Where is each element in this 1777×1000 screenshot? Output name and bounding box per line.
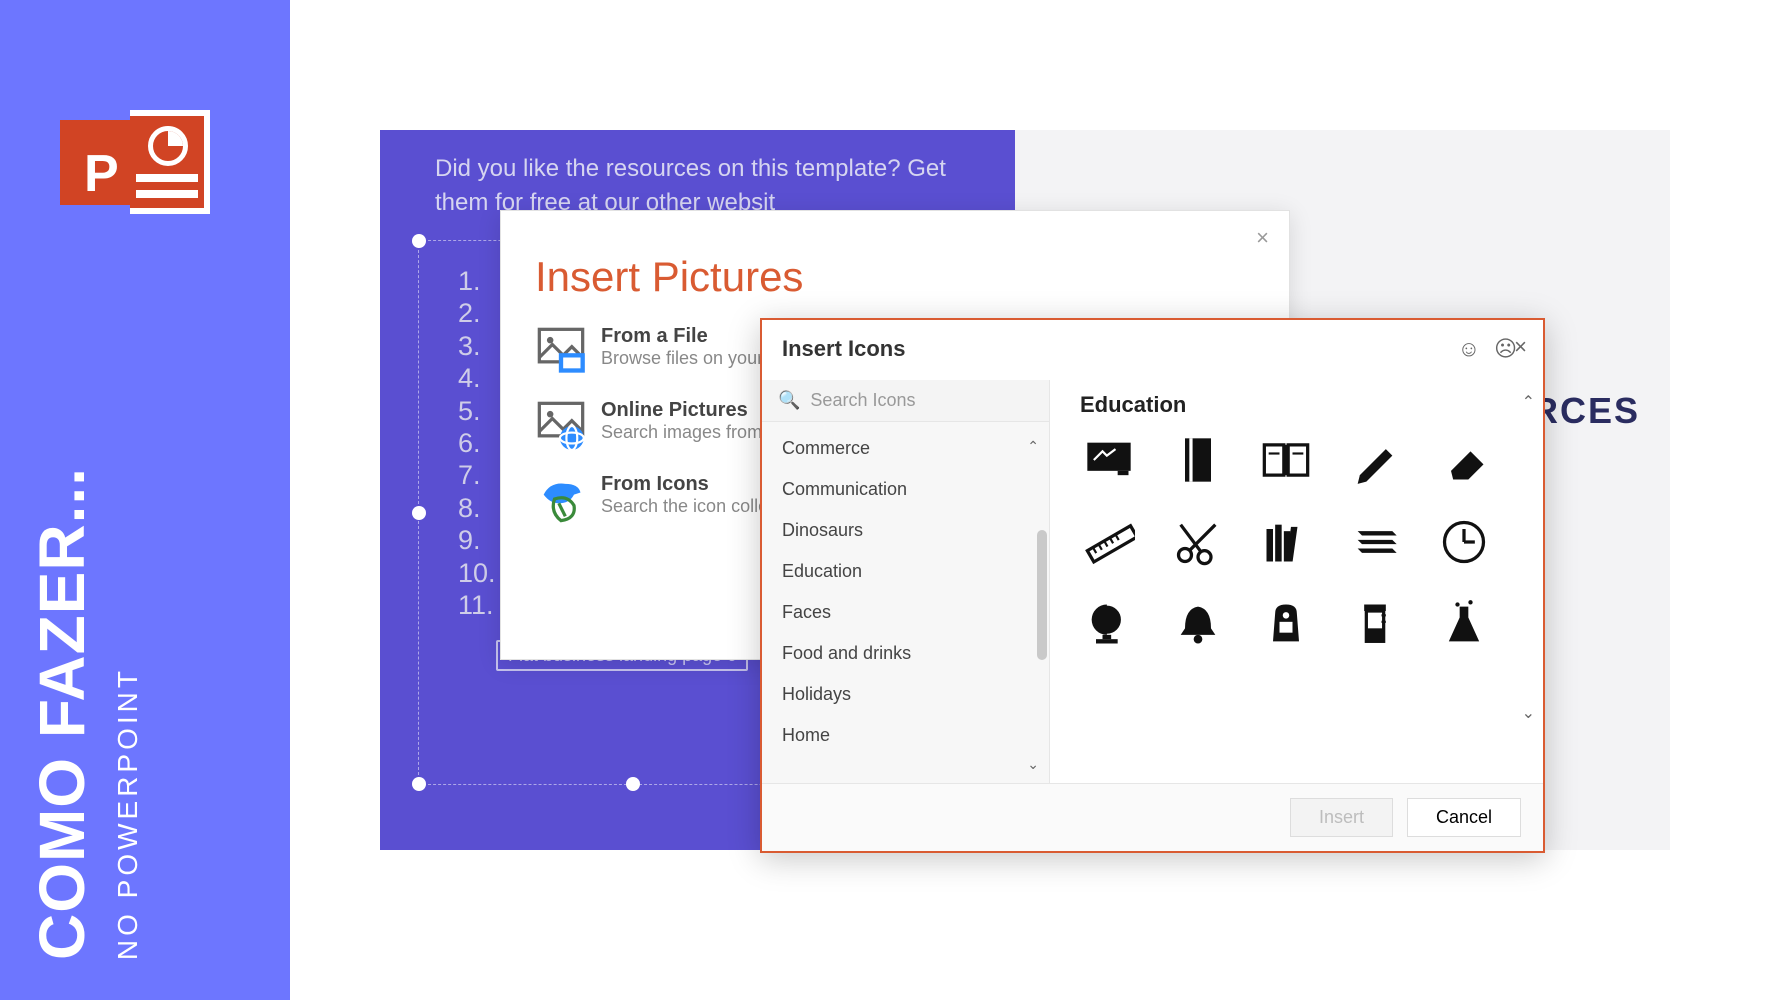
stacked-books-icon[interactable]: [1349, 516, 1401, 568]
icons-panel: ⌃ Education: [1050, 380, 1543, 783]
open-book-icon[interactable]: [1260, 434, 1312, 486]
close-icon[interactable]: ×: [1514, 334, 1527, 360]
list-item: 5.: [458, 395, 496, 427]
category-item[interactable]: Food and drinks: [762, 633, 1049, 674]
search-input[interactable]: 🔍 Search Icons: [762, 380, 1049, 422]
list-item: 6.: [458, 427, 496, 459]
pencil-icon[interactable]: [1349, 434, 1401, 486]
scroll-up-icon[interactable]: ⌃: [1027, 438, 1039, 455]
scroll-down-icon[interactable]: ⌄: [1027, 756, 1039, 773]
resize-handle[interactable]: [626, 777, 640, 791]
feedback-icons: ☺ ☹: [1458, 336, 1517, 362]
category-item[interactable]: Holidays: [762, 674, 1049, 715]
cancel-button[interactable]: Cancel: [1407, 798, 1521, 837]
list-item: 7.: [458, 459, 496, 491]
sidebar-title: COMO FAZER...: [30, 467, 94, 960]
globe-icon[interactable]: [1083, 598, 1135, 650]
list-item: 3.: [458, 330, 496, 362]
resize-handle[interactable]: [412, 234, 426, 248]
option-subtitle: Search images from o: [601, 422, 777, 443]
resize-handle[interactable]: [412, 506, 426, 520]
list-item: 1.: [458, 265, 496, 297]
categories-panel: 🔍 Search Icons ⌃ Commerce Communication …: [762, 380, 1050, 783]
notebook-icon[interactable]: [1172, 434, 1224, 486]
option-subtitle: Browse files on your c: [601, 348, 777, 369]
list-item: 9.: [458, 524, 496, 556]
search-placeholder: Search Icons: [810, 390, 915, 411]
category-item[interactable]: Home: [762, 715, 1049, 756]
search-icon: 🔍: [778, 390, 800, 411]
list-item: 11.: [458, 589, 496, 621]
dialog2-footer: Insert Cancel: [762, 783, 1543, 851]
powerpoint-logo: P: [60, 110, 210, 220]
sidebar-subtitle: NO POWERPOINT: [112, 667, 144, 960]
category-item[interactable]: Commerce: [762, 428, 1049, 469]
category-item[interactable]: Dinosaurs: [762, 510, 1049, 551]
option-title: From Icons: [601, 473, 777, 496]
list-item: 10.: [458, 557, 496, 589]
category-scrollbar-thumb[interactable]: [1037, 530, 1047, 660]
insert-icons-dialog: × Insert Icons ☺ ☹ 🔍 Search Icons ⌃ Comm…: [760, 318, 1545, 853]
chalkboard-icon[interactable]: [1083, 434, 1135, 486]
ruler-icon[interactable]: [1083, 516, 1135, 568]
category-item[interactable]: Education: [762, 551, 1049, 592]
beaker-icon[interactable]: [1349, 598, 1401, 650]
list-item: 2.: [458, 297, 496, 329]
scroll-down-icon[interactable]: ⌄: [1522, 703, 1535, 723]
library-books-icon[interactable]: [1260, 516, 1312, 568]
resize-handle[interactable]: [412, 777, 426, 791]
category-scrollbar-track[interactable]: [1037, 530, 1049, 683]
online-image-icon: [535, 399, 587, 451]
numbered-list: 1. 2. 3. 4. 5. 6. 7. 8. 9. 10. 11.: [458, 265, 496, 621]
icon-grid: [1080, 434, 1513, 650]
flask-icon[interactable]: [1438, 598, 1490, 650]
close-icon[interactable]: ×: [1256, 225, 1269, 251]
file-image-icon: [535, 325, 587, 377]
clock-icon[interactable]: [1438, 516, 1490, 568]
eraser-icon[interactable]: [1438, 434, 1490, 486]
smile-icon[interactable]: ☺: [1458, 336, 1480, 362]
list-item: 8.: [458, 492, 496, 524]
insert-button[interactable]: Insert: [1290, 798, 1393, 837]
scissors-icon[interactable]: [1172, 516, 1224, 568]
dialog1-title: Insert Pictures: [535, 253, 1289, 301]
list-item: 4.: [458, 362, 496, 394]
option-title: From a File: [601, 325, 777, 348]
option-subtitle: Search the icon collec: [601, 496, 777, 517]
category-item[interactable]: Communication: [762, 469, 1049, 510]
backpack-icon[interactable]: [1260, 598, 1312, 650]
tutorial-sidebar: P COMO FAZER... NO POWERPOINT: [0, 0, 290, 1000]
option-title: Online Pictures: [601, 399, 777, 422]
dialog2-title: Insert Icons: [782, 336, 905, 362]
category-item[interactable]: Faces: [762, 592, 1049, 633]
selected-category-title: Education: [1080, 392, 1513, 418]
bell-icon[interactable]: [1172, 598, 1224, 650]
leaf-bird-icon: [535, 473, 587, 525]
scroll-up-icon[interactable]: ⌃: [1522, 392, 1535, 412]
